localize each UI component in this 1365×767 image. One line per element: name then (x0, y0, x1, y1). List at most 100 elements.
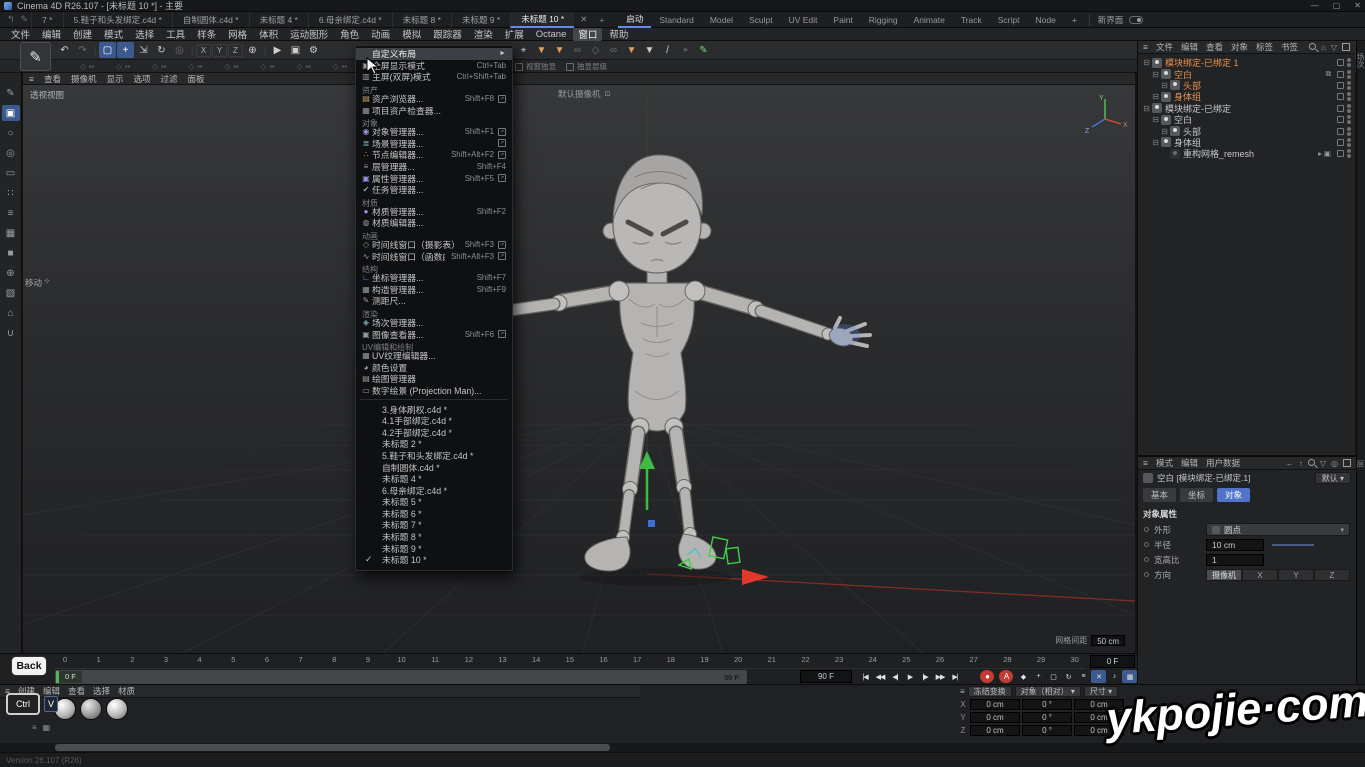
material-view-icon[interactable]: ▦ (43, 723, 51, 732)
solo-button[interactable]: 视窗独显 (515, 61, 556, 72)
lock-z-axis[interactable]: Z (228, 44, 243, 57)
weight-pin[interactable]: ▼ (641, 43, 658, 59)
menu-item-材质编辑器[interactable]: ◍材质编辑器... (356, 217, 512, 229)
expander-icon[interactable]: ⊟ (1142, 104, 1151, 113)
menubar-item-工具[interactable]: 工具 (161, 28, 190, 41)
menu-item-层管理器[interactable]: ≡层管理器...Shift+F4 (356, 161, 512, 173)
current-frame-field[interactable]: 0 F (1090, 655, 1135, 668)
transport-goto-start[interactable]: |◀ (858, 670, 872, 683)
joint-tool[interactable]: ⌖ (515, 43, 532, 59)
layer-toggle[interactable] (1337, 59, 1344, 66)
menu-item-颜色设置[interactable]: ◕颜色设置 (356, 361, 512, 373)
transport-record-scale[interactable]: ▢ (1046, 670, 1060, 683)
menu-item-任务管理器[interactable]: ✔任务管理器... (356, 184, 512, 196)
menu-recent-file[interactable]: 自制圆体.c4d * (356, 461, 512, 473)
transport-goto-end[interactable]: ▶| (948, 670, 962, 683)
visibility-dots[interactable] (1347, 70, 1351, 79)
menubar-item-动画[interactable]: 动画 (366, 28, 395, 41)
menu-recent-file[interactable]: 6.母亲绑定.c4d * (356, 484, 512, 496)
layer-toggle[interactable] (1337, 116, 1344, 123)
menu-item-数字绘景 (Projection Man)[interactable]: ▭数字绘景 (Projection Man)... (356, 385, 512, 397)
om-menu-对象[interactable]: 对象 (1231, 41, 1248, 53)
menu-recent-file[interactable]: 未标题 5 * (356, 496, 512, 508)
move-tool[interactable]: + (117, 42, 134, 58)
transport-keyframe-selection[interactable]: ◆ (1016, 670, 1030, 683)
anim-dot[interactable] (1144, 557, 1149, 562)
visibility-dots[interactable] (1347, 58, 1351, 67)
menubar-item-网格[interactable]: 网格 (223, 28, 252, 41)
close-tab-button[interactable]: ✕ (574, 14, 593, 25)
anim-dot[interactable] (1144, 542, 1149, 547)
doc-tab[interactable]: 未标题 8 * (392, 12, 451, 28)
model-mode[interactable]: ■ (2, 245, 20, 261)
preview-range-end[interactable]: 30 F (724, 673, 747, 682)
attr-tab-对象[interactable]: 对象 (1217, 488, 1250, 502)
toolbar-toggle-3[interactable]: ◇▪▪ (152, 62, 166, 71)
ik-chain[interactable]: ∞ (569, 43, 586, 59)
menu-recent-file[interactable]: 3.身体刷权.c4d * (356, 403, 512, 415)
hamburger-icon[interactable]: ≡ (960, 687, 965, 696)
menu-recent-file[interactable]: 未标题 9 * (356, 542, 512, 554)
orient-button-Z[interactable]: Z (1314, 569, 1350, 581)
doc-tab[interactable]: 未标题 4 * (249, 12, 308, 28)
visibility-dots[interactable] (1347, 149, 1351, 158)
edges-mode[interactable]: ≡ (2, 205, 20, 221)
menu-item-对象管理器[interactable]: ◉对象管理器...Shift+F1↗ (356, 126, 512, 138)
visibility-dots[interactable] (1347, 81, 1351, 90)
transport-sound-toggle[interactable]: ♪ (1107, 670, 1121, 683)
ring-select[interactable]: ◎ (2, 145, 20, 161)
joint-pin[interactable]: ▼ (533, 43, 550, 59)
lock-icon[interactable]: ◎ (1331, 459, 1338, 468)
orient-button-Y[interactable]: Y (1278, 569, 1314, 581)
menu-recent-file[interactable]: 4.2手部绑定.c4d * (356, 426, 512, 438)
menubar-item-跟踪器[interactable]: 跟踪器 (428, 28, 467, 41)
transport-record-rotation[interactable]: ↻ (1061, 670, 1075, 683)
layout-tab-uv-edit[interactable]: UV Edit (781, 12, 826, 28)
menubar-item-模拟[interactable]: 模拟 (397, 28, 426, 41)
transport-next-key[interactable]: ▶▶ (933, 670, 947, 683)
horizontal-scrollbar[interactable] (0, 743, 1365, 752)
doc-tab[interactable]: 未标题 10 * (510, 12, 574, 28)
material-view-icon[interactable]: ≡ (32, 723, 37, 732)
layout-tab-model[interactable]: Model (702, 12, 741, 28)
mirror-tool[interactable]: / (659, 43, 676, 59)
menubar-item-选择[interactable]: 选择 (130, 28, 159, 41)
menubar-item-体积[interactable]: 体积 (254, 28, 283, 41)
anim-dot[interactable] (1144, 527, 1149, 532)
position-field[interactable]: 0 cm (970, 712, 1020, 723)
transport-next-frame[interactable]: |▶ (918, 670, 932, 683)
undo[interactable]: ↶ (56, 42, 73, 58)
viewport-menu-选项[interactable]: 选项 (134, 73, 151, 85)
render-picture-viewer[interactable]: ▣ (287, 42, 304, 58)
camera-label[interactable]: 默认摄像机⊡ (558, 88, 610, 100)
menu-item-时间线窗口（摄影表）[interactable]: ◇时间线窗口（摄影表）...Shift+F3↗ (356, 239, 512, 251)
character-model[interactable] (491, 155, 870, 571)
toolbar-toggle-6[interactable]: ◇▪▪ (261, 62, 275, 71)
viewport-menu-过滤[interactable]: 过滤 (161, 73, 178, 85)
live-selection-tool[interactable]: ▢ (99, 42, 116, 58)
aspect-field[interactable]: 1 (1206, 554, 1264, 566)
visibility-dots[interactable] (1347, 115, 1351, 124)
joint-pin[interactable]: ▼ (551, 43, 568, 59)
rect-select[interactable]: ▭ (2, 165, 20, 181)
material-menu-材质[interactable]: 材质 (118, 685, 135, 697)
menubar-item-编辑[interactable]: 编辑 (37, 28, 66, 41)
snap-settings[interactable]: ∪ (2, 325, 20, 341)
om-menu-标签[interactable]: 标签 (1256, 41, 1273, 53)
transport-record-position[interactable]: + (1031, 670, 1045, 683)
attr-menu-模式[interactable]: 模式 (1156, 457, 1173, 469)
menu-item-构造管理器[interactable]: ▦构造管理器...Shift+F9 (356, 284, 512, 296)
takes-vertical-tab[interactable]: 场次 (1357, 47, 1365, 74)
object-axis-mode[interactable]: ⊕ (2, 265, 20, 281)
weight-pen-tool[interactable]: ✎ (695, 43, 712, 59)
back-overlay-button[interactable]: Back (11, 656, 47, 676)
pen-history-icon[interactable]: ✎ (21, 14, 29, 25)
menubar-item-Octane[interactable]: Octane (531, 28, 572, 41)
menubar-item-渲染[interactable]: 渲染 (469, 28, 498, 41)
viewport-menu-摄像机[interactable]: 摄像机 (71, 73, 97, 85)
viewport-canvas[interactable]: Y X Z 透视视图 默认摄像机⊡ 移动⊹ 网格间距 50 cm (23, 85, 1135, 653)
menu-item-测距尺[interactable]: ✎测距尺... (356, 295, 512, 307)
add-tab-button[interactable]: + (593, 15, 610, 25)
menu-item-场景管理器[interactable]: ≣场景管理器...↗ (356, 138, 512, 150)
rotation-field[interactable]: 0 ° (1022, 699, 1072, 710)
